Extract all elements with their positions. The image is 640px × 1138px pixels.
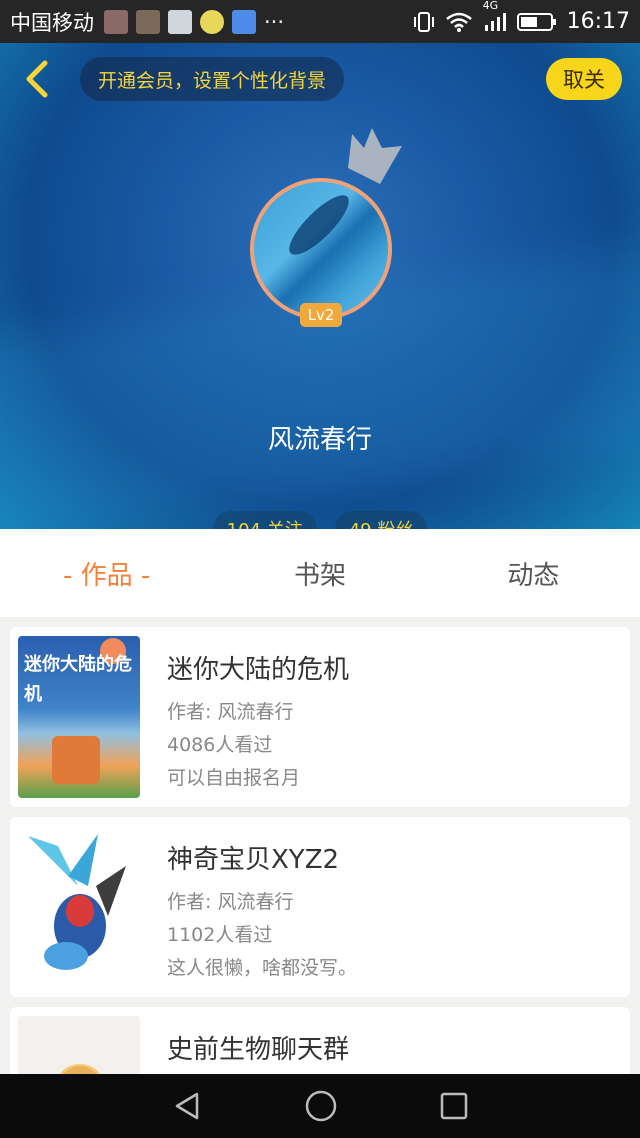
system-navigation-bar [0,1074,640,1138]
back-triangle-icon[interactable] [171,1090,203,1122]
profile-header: 开通会员，设置个性化背景 取关 Lv2 风流春行 104 关注 49 粉丝 [0,43,640,529]
network-type: 4G [482,0,499,12]
username: 风流春行 [267,425,372,455]
list-item[interactable]: 迷你大陆的危机 迷你大陆的危机 作者: 风流春行 4086人看过 可以自由报名月 [10,627,630,807]
work-author: 作者: 风流春行 [167,701,294,723]
tab-works[interactable]: - 作品 - [0,529,213,617]
tab-bookshelf[interactable]: 书架 [213,529,426,617]
level-badge: Lv2 [300,303,342,327]
work-views: 4086人看过 [167,734,273,756]
vibrate-icon [413,11,434,32]
work-cover: 迷你大陆的危机 [18,636,140,798]
wifi-icon [445,12,472,32]
vip-background-banner[interactable]: 开通会员，设置个性化背景 [80,57,345,101]
cover-title: 迷你大陆的危机 [24,654,132,705]
battery-icon [516,12,556,31]
avatar-container[interactable]: Lv2 [250,128,402,327]
unfollow-button[interactable]: 取关 [546,58,622,100]
following-count[interactable]: 104 关注 [212,511,317,529]
signal-icon: 4G [483,0,507,33]
cover-illustration [28,834,126,970]
work-info: 史前生物聊天群 [167,1029,349,1076]
work-title: 史前生物聊天群 [167,1035,350,1065]
home-circle-icon[interactable] [304,1089,338,1123]
profile-tabs: - 作品 - 书架 动态 [0,529,640,617]
notification-photo-icon [136,9,160,34]
work-views: 1102人看过 [167,924,273,946]
work-title: 神奇宝贝XYZ2 [167,845,340,875]
work-info: 迷你大陆的危机 作者: 风流春行 4086人看过 可以自由报名月 [167,649,349,795]
cover-character [52,736,100,784]
follow-stats: 104 关注 49 粉丝 [0,511,640,529]
tab-activity[interactable]: 动态 [427,529,640,617]
more-notifications-icon: ··· [264,9,285,34]
chevron-left-icon [26,60,48,98]
carrier-name: 中国移动 [10,10,94,35]
work-info: 神奇宝贝XYZ2 作者: 风流春行 1102人看过 这人很懒，啥都没写。 [167,839,357,985]
notification-app-icon [200,9,224,34]
notification-gallery-icon [168,9,192,34]
crown-icon [348,128,402,184]
avatar[interactable] [250,178,392,320]
avatar-image [281,187,357,263]
notification-paw-icon [232,9,256,34]
recents-square-icon[interactable] [439,1091,469,1121]
work-description: 可以自由报名月 [167,767,301,789]
work-description: 这人很懒，啥都没写。 [167,957,358,979]
back-button[interactable] [16,57,56,101]
clock: 16:17 [566,9,630,34]
work-cover [18,826,140,988]
status-bar: 中国移动 ··· 4G 16:17 [0,0,640,43]
list-item[interactable]: 神奇宝贝XYZ2 作者: 风流春行 1102人看过 这人很懒，啥都没写。 [10,817,630,997]
notification-photo-icon [104,9,128,34]
work-title: 迷你大陆的危机 [167,655,350,685]
work-author: 作者: 风流春行 [167,891,294,913]
followers-count[interactable]: 49 粉丝 [334,511,428,529]
